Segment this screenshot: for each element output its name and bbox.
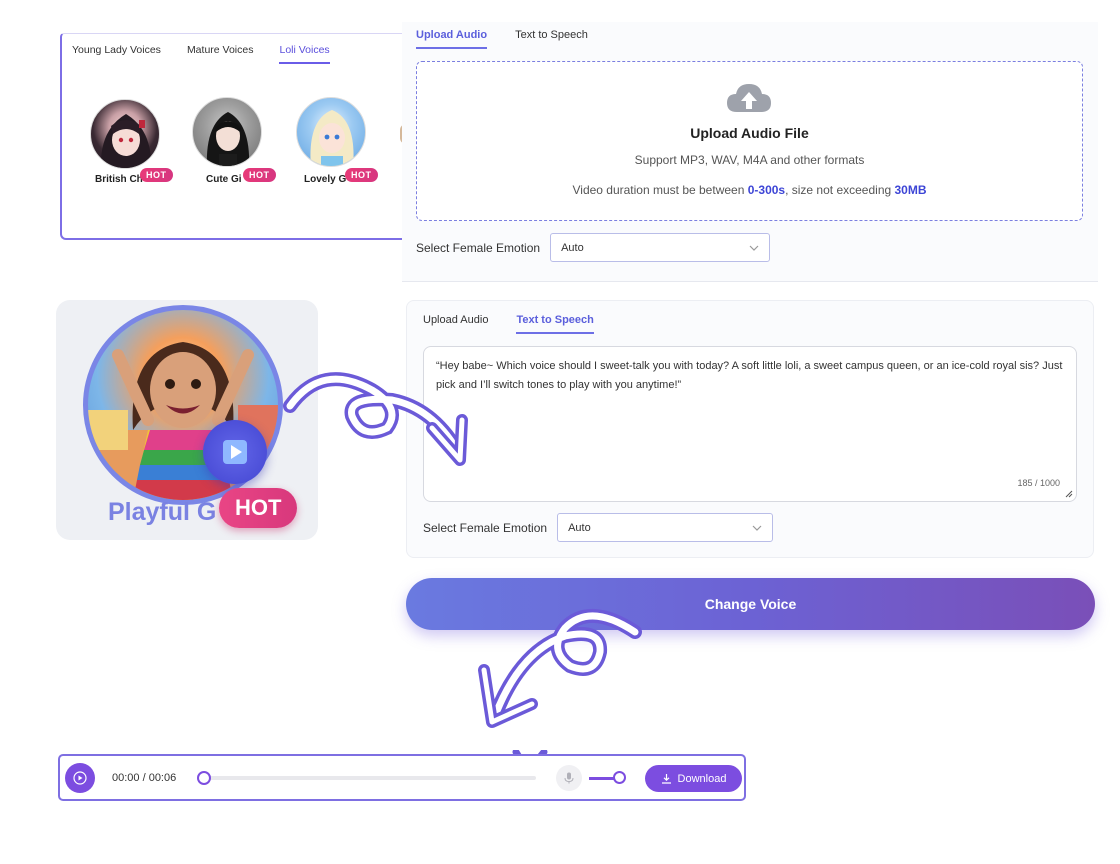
- resize-handle-icon[interactable]: [1065, 490, 1073, 498]
- limit-size: 30MB: [894, 183, 927, 197]
- tab-text-to-speech[interactable]: Text to Speech: [516, 314, 594, 334]
- emotion-label: Select Female Emotion: [423, 520, 548, 535]
- volume-thumb[interactable]: [613, 771, 626, 784]
- progress-track[interactable]: [204, 776, 536, 780]
- tab-text-to-speech[interactable]: Text to Speech: [515, 29, 588, 49]
- play-icon[interactable]: [203, 420, 267, 484]
- upload-audio-panel: Upload Audio Text to Speech Upload Audio…: [402, 22, 1098, 282]
- voice-category-tabs: Young Lady Voices Mature Voices Loli Voi…: [72, 44, 330, 64]
- speech-text-input[interactable]: “Hey babe~ Which voice should I sweet-ta…: [423, 346, 1077, 502]
- speech-text: “Hey babe~ Which voice should I sweet-ta…: [436, 360, 1063, 391]
- audio-player: 00:00 / 00:06 Download: [58, 754, 746, 801]
- char-count: 185 / 1000: [1017, 478, 1060, 488]
- tab-young-lady-voices[interactable]: Young Lady Voices: [72, 44, 161, 64]
- emotion-select[interactable]: Auto: [550, 233, 771, 262]
- chevron-down-icon: [749, 245, 759, 251]
- emotion-value: Auto: [568, 521, 591, 534]
- dropzone-formats: Support MP3, WAV, M4A and other formats: [634, 153, 865, 167]
- voice-avatar-cute[interactable]: [192, 97, 262, 167]
- limit-middle: , size not exceeding: [785, 183, 895, 197]
- voice-selector-card: Young Lady Voices Mature Voices Loli Voi…: [60, 33, 410, 240]
- voice-name-british: British Ch: [95, 174, 143, 185]
- dropzone-title: Upload Audio File: [690, 125, 809, 141]
- chevron-down-icon: [752, 525, 762, 531]
- download-icon: [661, 774, 671, 784]
- hot-badge: HOT: [140, 168, 173, 182]
- emotion-select[interactable]: Auto: [557, 513, 774, 542]
- emotion-row: Select Female Emotion Auto: [423, 513, 774, 542]
- download-label: Download: [677, 772, 727, 785]
- voice-name-cute: Cute Gi: [206, 174, 242, 185]
- mic-button[interactable]: [556, 765, 582, 791]
- voice-name-lovely: Lovely G: [304, 174, 347, 185]
- audio-dropzone[interactable]: Upload Audio File Support MP3, WAV, M4A …: [416, 61, 1083, 221]
- voice-avatar-british[interactable]: [90, 99, 160, 169]
- tab-loli-voices[interactable]: Loli Voices: [279, 44, 330, 64]
- microphone-icon: [564, 772, 574, 784]
- limit-prefix: Video duration must be between: [572, 183, 748, 197]
- play-icon: [73, 771, 87, 785]
- featured-voice-card[interactable]: Playful G HOT: [56, 300, 318, 540]
- emotion-value: Auto: [561, 241, 584, 254]
- download-button[interactable]: Download: [645, 765, 742, 792]
- featured-voice-name: Playful G: [108, 498, 217, 526]
- text-to-speech-panel: Upload Audio Text to Speech “Hey babe~ W…: [406, 300, 1094, 558]
- hot-badge: HOT: [345, 168, 378, 182]
- limit-duration: 0-300s: [747, 183, 786, 197]
- tab-upload-audio[interactable]: Upload Audio: [416, 29, 488, 49]
- tts-tabs: Upload Audio Text to Speech: [423, 314, 594, 334]
- play-button[interactable]: [65, 763, 95, 793]
- playback-time: 00:00 / 00:06: [112, 772, 177, 784]
- tab-upload-audio[interactable]: Upload Audio: [423, 314, 488, 334]
- emotion-label: Select Female Emotion: [416, 240, 541, 255]
- curved-arrow-icon: [283, 372, 468, 466]
- hot-badge: HOT: [243, 168, 276, 182]
- cloud-upload-icon: [727, 84, 771, 112]
- curved-arrow-down-icon: [478, 609, 642, 728]
- upload-tabs: Upload Audio Text to Speech: [416, 29, 588, 49]
- voice-avatar-lovely[interactable]: [296, 97, 366, 167]
- emotion-row: Select Female Emotion Auto: [416, 233, 771, 262]
- tab-mature-voices[interactable]: Mature Voices: [187, 44, 254, 64]
- dropzone-limits: Video duration must be between 0-300s, s…: [417, 183, 1082, 197]
- progress-thumb[interactable]: [197, 771, 211, 785]
- hot-badge-large: HOT: [219, 488, 298, 528]
